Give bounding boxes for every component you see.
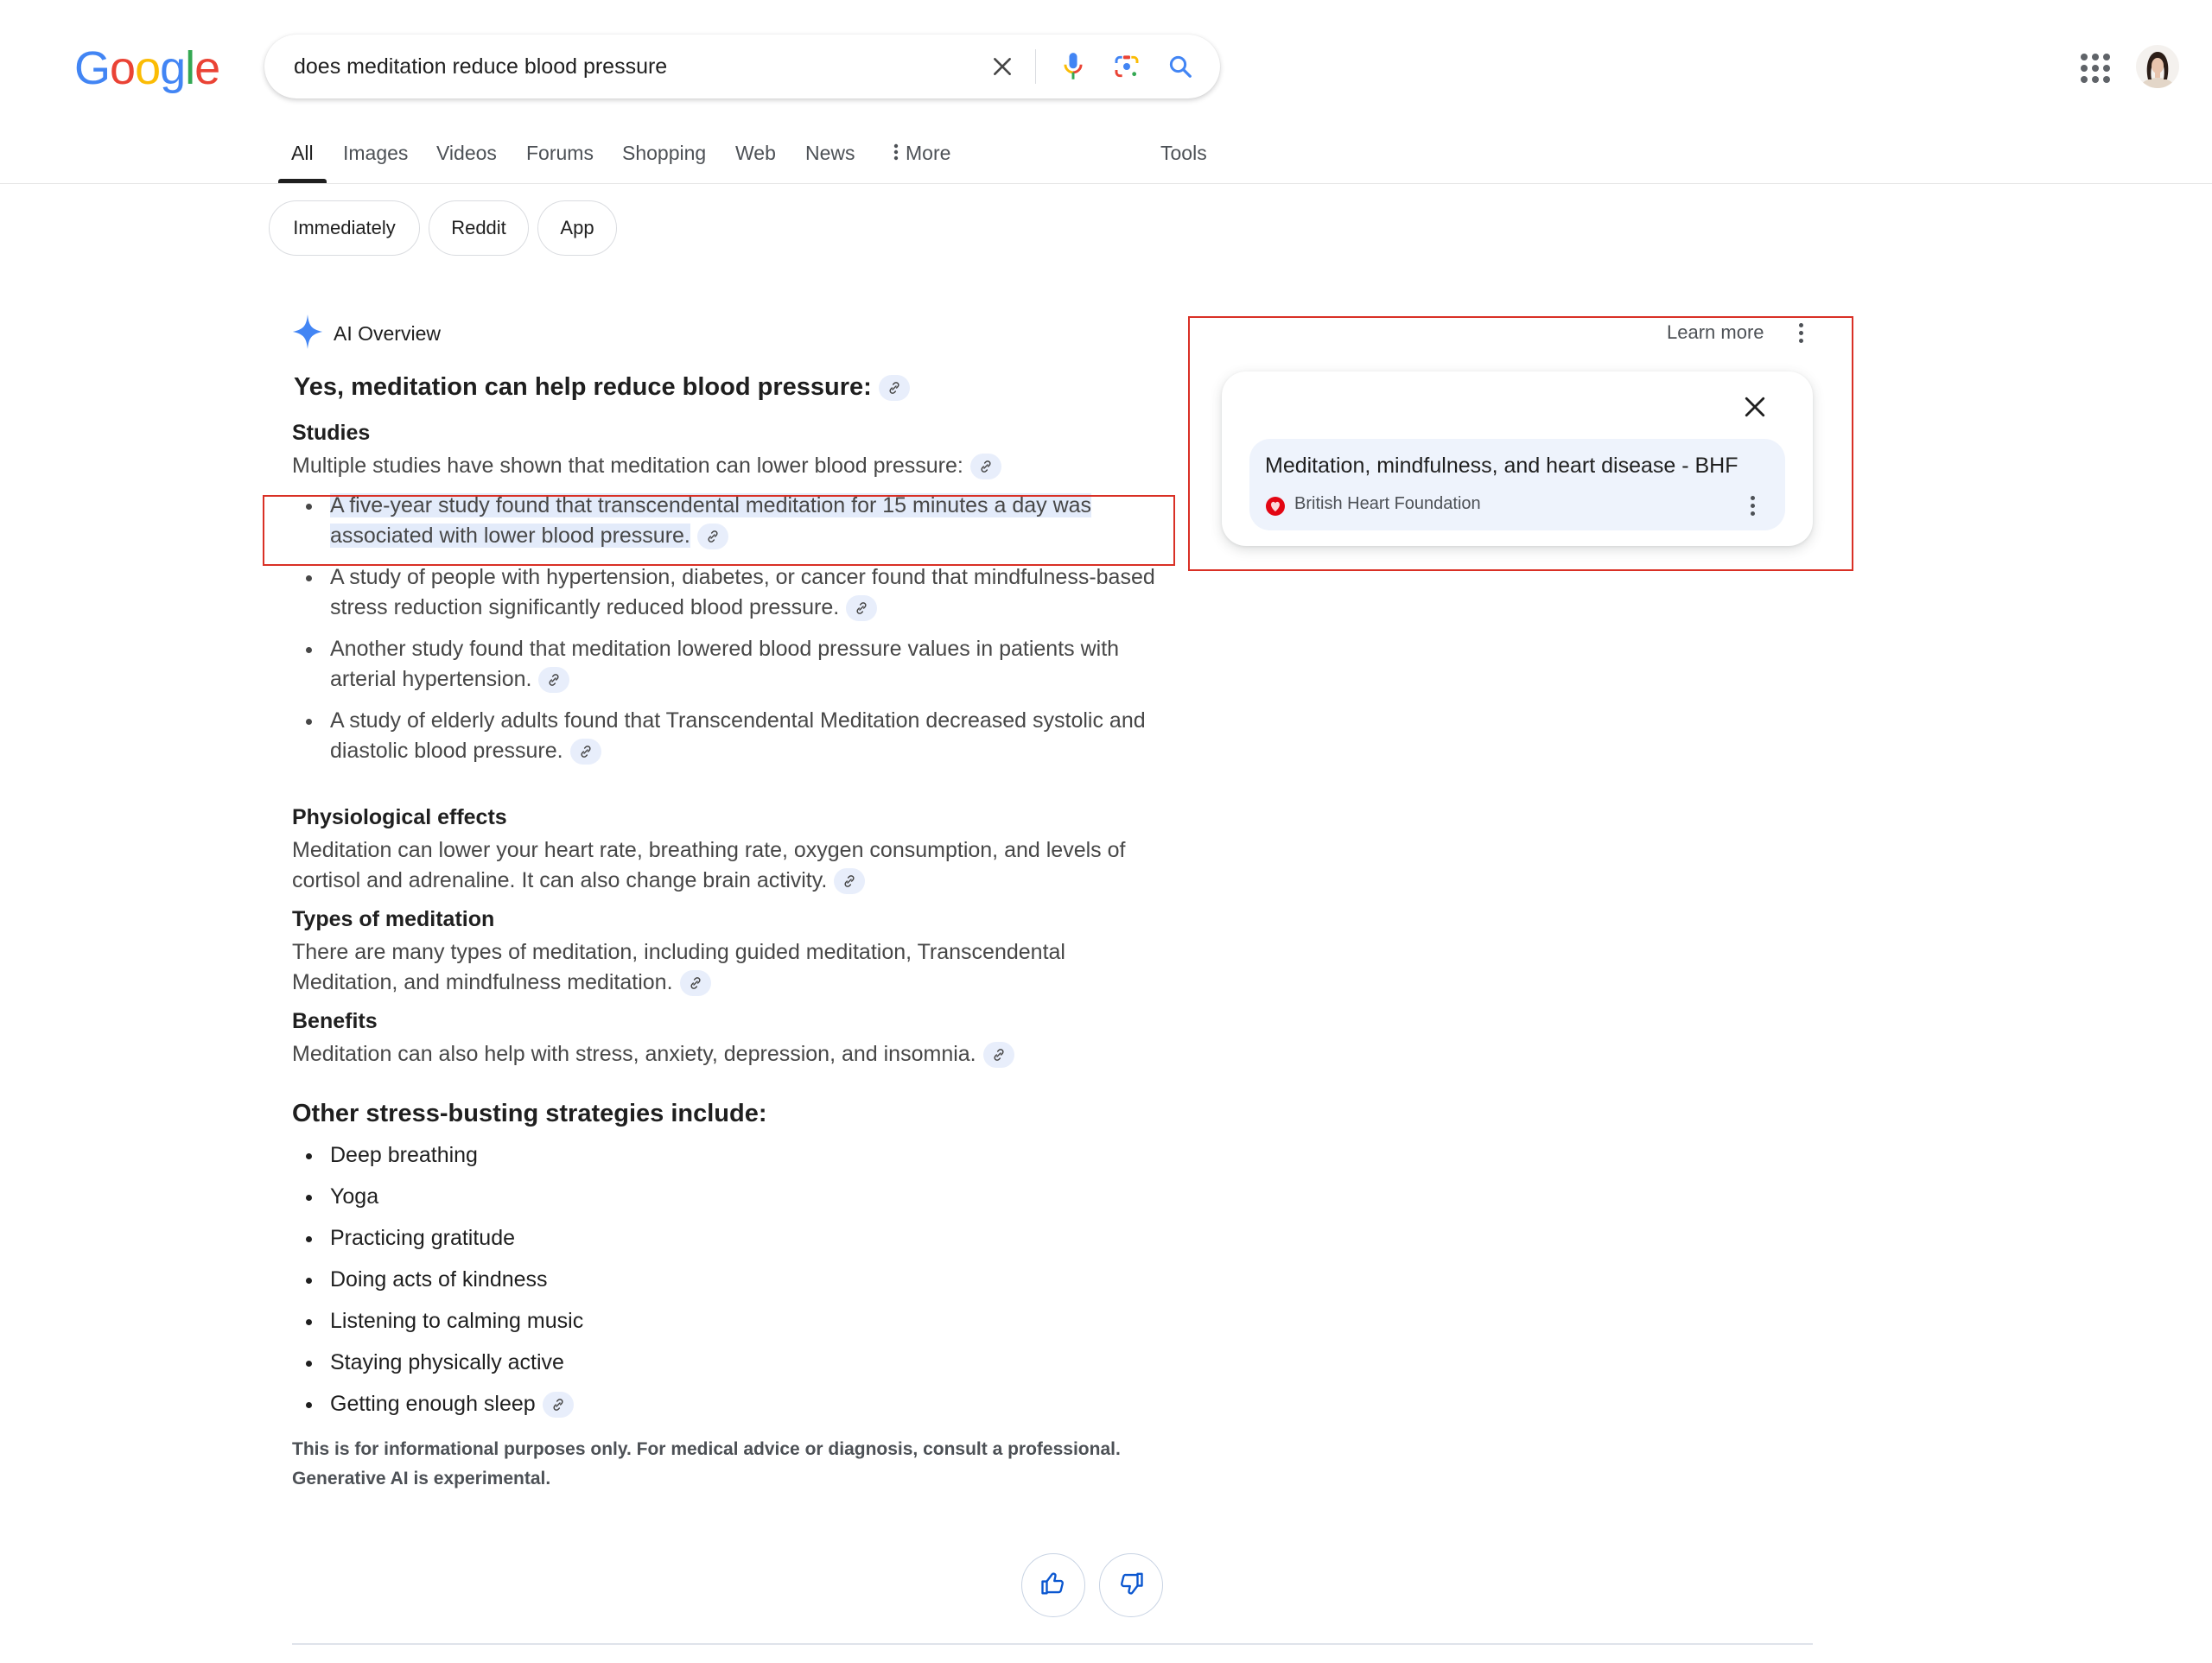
- list-item: Yoga: [292, 1182, 1173, 1212]
- thumbs-up-icon: [1040, 1571, 1066, 1601]
- section-divider: [292, 1643, 1813, 1645]
- citation-link-icon[interactable]: [538, 667, 570, 694]
- thumbs-down-icon: [1118, 1571, 1144, 1601]
- ai-overview-title-text: Yes, meditation can help reduce blood pr…: [294, 373, 872, 401]
- tab-forums[interactable]: Forums: [526, 142, 594, 165]
- thumbs-down-button[interactable]: [1099, 1553, 1163, 1617]
- citation-link-icon[interactable]: [834, 868, 866, 895]
- source-link[interactable]: Meditation, mindfulness, and heart disea…: [1249, 439, 1785, 530]
- logo-letter: l: [185, 42, 195, 94]
- avatar[interactable]: [2136, 45, 2179, 88]
- list-item: A study of people with hypertension, dia…: [292, 562, 1173, 623]
- clear-icon[interactable]: [985, 49, 1020, 84]
- citation-link-icon[interactable]: [569, 739, 601, 765]
- google-lens-icon[interactable]: [1109, 49, 1144, 84]
- apps-grid-icon[interactable]: [2081, 54, 2110, 83]
- list-item: Doing acts of kindness: [292, 1265, 1173, 1295]
- section-heading-types: Types of meditation: [292, 907, 495, 931]
- study-text: A study of people with hypertension, dia…: [330, 565, 1155, 619]
- tab-shopping[interactable]: Shopping: [622, 142, 706, 165]
- source-site-name: British Heart Foundation: [1294, 494, 1481, 513]
- chip-reddit[interactable]: Reddit: [429, 200, 529, 256]
- tab-images[interactable]: Images: [343, 142, 408, 165]
- learn-more-link[interactable]: Learn more: [1667, 321, 1764, 344]
- citation-link-icon[interactable]: [696, 524, 728, 550]
- citation-link-icon[interactable]: [982, 1042, 1014, 1069]
- other-strategies-heading: Other stress-busting strategies include:: [292, 1100, 767, 1127]
- tab-news[interactable]: News: [805, 142, 855, 165]
- section-text: Meditation can lower your heart rate, br…: [292, 835, 1173, 896]
- study-text: Another study found that meditation lowe…: [330, 637, 1120, 691]
- section-heading-physiological: Physiological effects: [292, 805, 507, 829]
- list-item: A five-year study found that transcenden…: [292, 491, 1173, 551]
- disclaimer-line-1: This is for informational purposes only.…: [292, 1439, 1121, 1459]
- section-text: There are many types of meditation, incl…: [292, 937, 1173, 998]
- thumbs-up-button[interactable]: [1021, 1553, 1085, 1617]
- search-divider: [1035, 49, 1036, 84]
- studies-intro-text: Multiple studies have shown that meditat…: [292, 454, 963, 478]
- search-input[interactable]: [294, 35, 950, 98]
- panel-more-options-icon[interactable]: [1790, 318, 1811, 347]
- close-icon[interactable]: [1737, 389, 1773, 425]
- section-heading-benefits: Benefits: [292, 1009, 378, 1033]
- logo-letter: G: [74, 42, 111, 94]
- tab-all[interactable]: All: [291, 142, 314, 165]
- studies-list: A five-year study found that transcenden…: [292, 491, 1173, 766]
- british-heart-foundation-favicon: [1265, 496, 1285, 517]
- ai-overview-label: AI Overview: [334, 322, 441, 345]
- study-text: A study of elderly adults found that Tra…: [330, 708, 1146, 763]
- disclaimer: This is for informational purposes only.…: [292, 1435, 1173, 1494]
- source-more-options-icon[interactable]: [1742, 491, 1763, 520]
- benefits-text: Meditation can also help with stress, an…: [292, 1042, 976, 1066]
- tools-button[interactable]: Tools: [1160, 142, 1207, 165]
- citation-link-icon[interactable]: [679, 970, 711, 997]
- active-tab-indicator: [278, 179, 327, 183]
- list-item: A study of elderly adults found that Tra…: [292, 706, 1173, 766]
- logo-letter: e: [194, 42, 220, 94]
- search-tabs: All Images Videos Forums Shopping Web Ne…: [0, 130, 2212, 184]
- list-item: Another study found that meditation lowe…: [292, 634, 1173, 695]
- logo-letter: g: [160, 42, 186, 94]
- citation-link-icon[interactable]: [542, 1392, 574, 1419]
- other-strategies-list: Deep breathing Yoga Practicing gratitude…: [292, 1140, 1173, 1419]
- ai-overview-header: AI Overview: [292, 314, 441, 353]
- ai-overview-title: Yes, meditation can help reduce blood pr…: [294, 363, 1173, 411]
- source-title: Meditation, mindfulness, and heart disea…: [1265, 454, 1738, 478]
- list-item: Deep breathing: [292, 1140, 1173, 1171]
- disclaimer-line-2: Generative AI is experimental.: [292, 1469, 551, 1488]
- logo-letter: o: [110, 42, 136, 94]
- physiological-text: Meditation can lower your heart rate, br…: [292, 838, 1126, 892]
- citation-link-icon[interactable]: [846, 595, 878, 622]
- types-text: There are many types of meditation, incl…: [292, 940, 1065, 994]
- list-item: Practicing gratitude: [292, 1223, 1173, 1254]
- google-logo[interactable]: Google: [74, 41, 220, 95]
- chip-immediately[interactable]: Immediately: [269, 200, 420, 256]
- search-box: [264, 35, 1220, 98]
- chip-app[interactable]: App: [537, 200, 617, 256]
- list-item: Staying physically active: [292, 1348, 1173, 1378]
- ai-overview-content: Yes, meditation can help reduce blood pr…: [292, 363, 1173, 1494]
- list-item: Listening to calming music: [292, 1306, 1173, 1336]
- strategy-text: Getting enough sleep: [330, 1392, 536, 1416]
- section-text: Meditation can also help with stress, an…: [292, 1039, 1173, 1070]
- logo-letter: o: [135, 42, 161, 94]
- tab-web[interactable]: Web: [735, 142, 776, 165]
- tab-videos[interactable]: Videos: [436, 142, 497, 165]
- microphone-icon[interactable]: [1056, 49, 1090, 84]
- tab-more[interactable]: More: [893, 142, 950, 166]
- citation-link-icon[interactable]: [878, 375, 910, 402]
- tab-more-label: More: [906, 142, 951, 164]
- vertical-dots-icon: [893, 143, 899, 166]
- citation-link-icon[interactable]: [969, 454, 1001, 480]
- list-item: Getting enough sleep: [292, 1389, 1173, 1419]
- section-heading-studies: Studies: [292, 421, 371, 445]
- ai-sparkle-icon: [292, 314, 323, 353]
- search-icon[interactable]: [1163, 49, 1198, 84]
- studies-intro: Multiple studies have shown that meditat…: [292, 451, 1173, 481]
